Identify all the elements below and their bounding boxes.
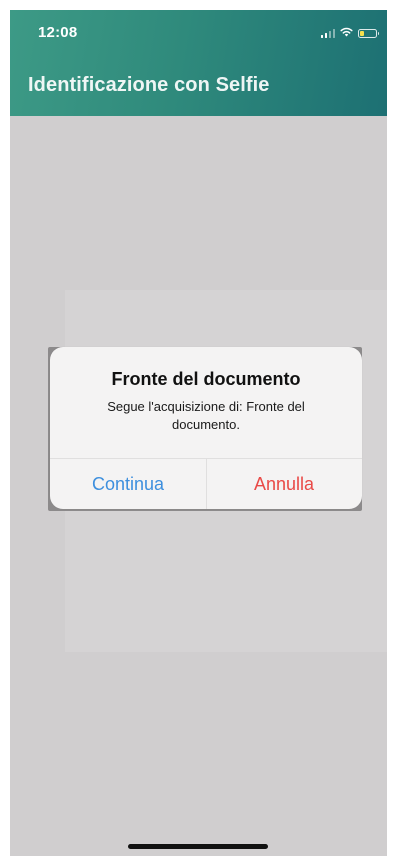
phone-frame: 12:08 Identificazione con Selfie Fronte … [0,0,395,866]
page-title: Identificazione con Selfie [28,74,270,96]
status-time: 12:08 [38,24,78,41]
wifi-icon [340,24,353,42]
app-screen: 12:08 Identificazione con Selfie Fronte … [10,10,387,856]
status-icons [320,24,379,42]
alert-title: Fronte del documento [111,369,301,389]
alert-message: Segue l'acquisizione di: Fronte del docu… [107,399,305,432]
status-bar: 12:08 [10,10,387,60]
alert-dialog: Fronte del documento Segue l'acquisizion… [50,347,362,509]
battery-level [360,30,364,36]
app-header: 12:08 Identificazione con Selfie [10,10,387,116]
battery-icon [358,28,379,38]
cancel-button[interactable]: Annulla [206,459,362,509]
home-indicator[interactable] [128,844,268,849]
continue-button[interactable]: Continua [50,459,206,509]
signal-icon [320,28,335,38]
